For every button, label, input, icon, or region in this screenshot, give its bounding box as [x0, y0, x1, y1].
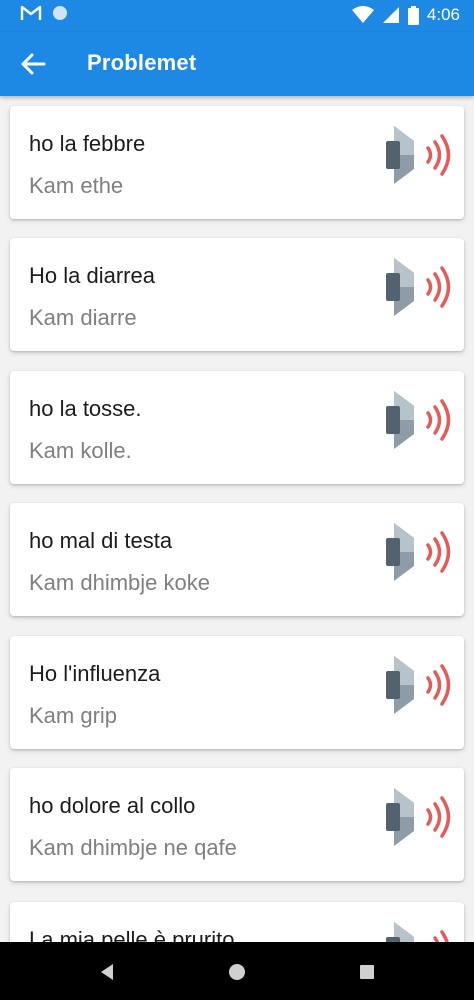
page-title: Problemet	[87, 50, 197, 75]
back-button[interactable]	[18, 50, 50, 78]
back-triangle-icon	[101, 964, 113, 980]
speaker-button[interactable]	[376, 521, 456, 583]
translation-text: Kam grip	[29, 703, 118, 728]
speaker-icon	[386, 126, 451, 184]
speaker-icon	[386, 391, 451, 449]
speaker-button[interactable]	[376, 654, 456, 716]
phrase-text: ho la febbre	[29, 131, 146, 156]
nav-recents-button[interactable]	[355, 960, 379, 984]
phrase-text: La mia pelle è prurito	[29, 927, 235, 942]
battery-icon	[407, 5, 419, 25]
phrase-card[interactable]: ho la tosse. Kam kolle.	[10, 371, 464, 484]
phrase-card[interactable]: ho mal di testa Kam dhimbje koke	[10, 503, 464, 616]
speaker-icon	[386, 788, 451, 846]
speaker-icon	[386, 922, 449, 942]
home-circle-icon	[229, 964, 245, 980]
phrase-text: Ho l'influenza	[29, 661, 161, 686]
translation-text: Kam kolle.	[29, 438, 132, 463]
status-time: 4:06	[426, 5, 460, 24]
speaker-icon	[386, 656, 451, 714]
translation-text: Kam ethe	[29, 173, 124, 198]
speaker-button[interactable]	[376, 389, 456, 451]
speaker-icon	[386, 523, 451, 581]
circle-notification-icon	[53, 6, 67, 20]
speaker-button[interactable]	[376, 920, 456, 942]
phrase-card[interactable]: Ho la diarrea Kam diarre	[10, 238, 464, 351]
speaker-button[interactable]	[376, 256, 456, 318]
phrase-card[interactable]: La mia pelle è prurito	[10, 902, 464, 942]
phrase-list[interactable]: ho la febbre Kam ethe Ho la diarrea Kam …	[0, 96, 474, 942]
recents-square-icon	[360, 965, 374, 979]
speaker-button[interactable]	[376, 124, 456, 186]
translation-text: Kam diarre	[29, 305, 137, 330]
translation-text: Kam dhimbje ne qafe	[29, 835, 237, 860]
translation-text: Kam dhimbje koke	[29, 570, 210, 595]
arrow-left-icon	[21, 53, 46, 75]
phrase-text: ho mal di testa	[29, 528, 173, 553]
phrase-text: Ho la diarrea	[29, 263, 155, 288]
phrase-text: ho la tosse.	[29, 396, 142, 421]
nav-back-button[interactable]	[96, 960, 120, 984]
phrase-text: ho dolore al collo	[29, 793, 196, 818]
phrase-card[interactable]: ho dolore al collo Kam dhimbje ne qafe	[10, 768, 464, 881]
nav-home-button[interactable]	[225, 960, 249, 984]
phrase-card[interactable]: Ho l'influenza Kam grip	[10, 636, 464, 749]
phrase-card[interactable]: ho la febbre Kam ethe	[10, 106, 464, 219]
signal-icon	[382, 7, 399, 23]
navigation-bar	[0, 942, 474, 1000]
wifi-icon	[351, 6, 374, 23]
gmail-icon	[20, 5, 42, 20]
status-bar: 4:06	[0, 0, 474, 32]
speaker-button[interactable]	[376, 786, 456, 848]
app-bar: Problemet	[0, 32, 474, 96]
speaker-icon	[386, 258, 451, 316]
